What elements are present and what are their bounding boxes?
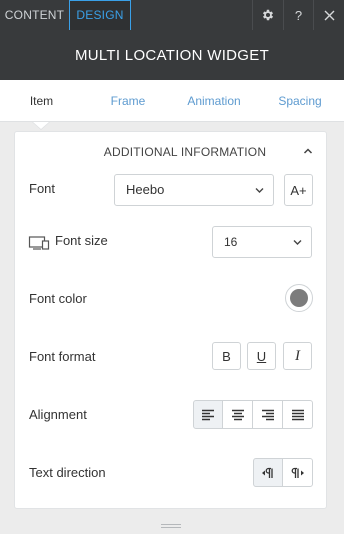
- align-left-icon: [202, 409, 214, 420]
- align-justify-button[interactable]: [282, 400, 313, 429]
- align-right-button[interactable]: [252, 400, 283, 429]
- align-center-icon: [231, 409, 244, 420]
- tab-animation[interactable]: Animation: [180, 80, 248, 122]
- devices-icon: [28, 236, 50, 250]
- font-color-swatch: [290, 289, 308, 307]
- resize-handle[interactable]: [161, 524, 181, 530]
- bold-icon: B: [222, 348, 231, 364]
- settings-button[interactable]: [252, 0, 282, 30]
- tab-content[interactable]: CONTENT: [0, 0, 69, 30]
- text-direction-label: Text direction: [29, 465, 106, 480]
- add-font-icon: A+: [290, 182, 307, 198]
- align-right-icon: [261, 409, 274, 420]
- additional-information-section: ADDITIONAL INFORMATION Font Heebo A+ Fon…: [14, 131, 327, 509]
- italic-button[interactable]: I: [283, 342, 312, 370]
- italic-icon: I: [295, 347, 300, 364]
- align-justify-icon: [291, 409, 304, 420]
- underline-icon: U: [256, 348, 267, 364]
- chevron-up-icon[interactable]: [303, 146, 313, 156]
- close-icon: [324, 10, 334, 20]
- ltr-paragraph-icon: [262, 467, 273, 478]
- gear-icon: [262, 9, 273, 21]
- rtl-direction-button[interactable]: [282, 458, 313, 487]
- panel-title: MULTI LOCATION WIDGET: [0, 30, 344, 80]
- add-font-button[interactable]: A+: [284, 174, 313, 206]
- align-center-button[interactable]: [222, 400, 253, 429]
- active-tab-indicator: [33, 122, 49, 129]
- font-size-label: Font size: [55, 233, 108, 248]
- font-size-select[interactable]: 16: [212, 226, 312, 258]
- ltr-direction-button[interactable]: [253, 458, 283, 487]
- rtl-paragraph-icon: [291, 467, 304, 478]
- font-select-value: Heebo: [126, 182, 165, 197]
- chevron-down-icon: [293, 240, 302, 245]
- tab-design[interactable]: DESIGN: [69, 0, 131, 30]
- font-color-picker[interactable]: [285, 284, 313, 312]
- font-label: Font: [29, 181, 56, 196]
- section-title: ADDITIONAL INFORMATION: [103, 145, 267, 159]
- underline-button[interactable]: U: [247, 342, 276, 370]
- tab-item[interactable]: Item: [14, 80, 69, 122]
- bold-button[interactable]: B: [212, 342, 241, 370]
- alignment-label: Alignment: [29, 407, 87, 422]
- font-format-label: Font format: [29, 349, 96, 364]
- top-tab-bar: CONTENT DESIGN ?: [0, 0, 344, 30]
- align-left-button[interactable]: [193, 400, 223, 429]
- sub-tab-bar: Item Frame Animation Spacing: [0, 80, 344, 122]
- font-color-label: Font color: [29, 291, 87, 306]
- chevron-down-icon: [255, 188, 264, 193]
- tab-spacing[interactable]: Spacing: [272, 80, 328, 122]
- font-size-value: 16: [224, 235, 238, 249]
- font-select[interactable]: Heebo: [114, 174, 274, 206]
- help-button[interactable]: ?: [283, 0, 313, 30]
- close-button[interactable]: [313, 0, 344, 30]
- tab-frame[interactable]: Frame: [100, 80, 156, 122]
